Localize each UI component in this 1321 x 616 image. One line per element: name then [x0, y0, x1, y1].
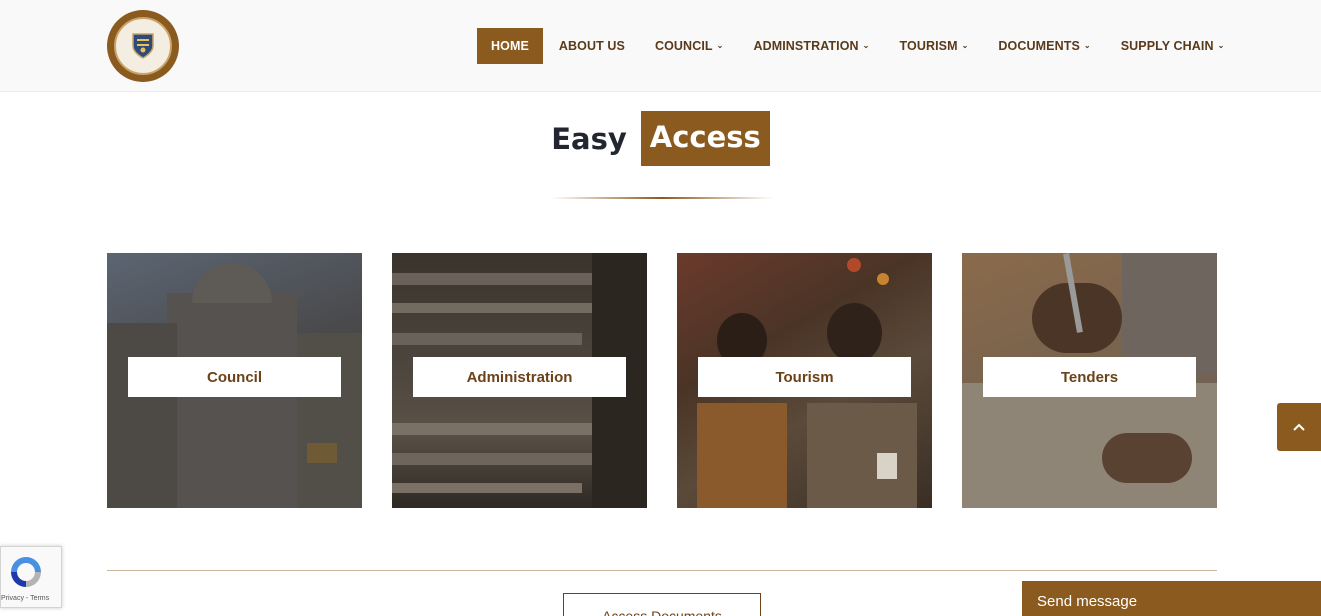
card-council[interactable]: Council: [107, 253, 362, 508]
recaptcha-icon: [11, 557, 41, 587]
section-divider: [107, 570, 1217, 571]
chevron-down-icon: ⌄: [1083, 40, 1091, 50]
nav-about-us[interactable]: ABOUT US: [544, 28, 640, 64]
chevron-down-icon: ⌄: [716, 40, 724, 50]
recaptcha-privacy-link[interactable]: Privacy: [1, 595, 24, 602]
municipality-logo[interactable]: [107, 10, 179, 82]
nav-adminstration-label: ADMINSTRATION: [753, 39, 859, 53]
recaptcha-badge[interactable]: Privacy - Terms: [0, 546, 62, 608]
chevron-down-icon: ⌄: [1217, 40, 1225, 50]
nav-home[interactable]: HOME: [477, 28, 543, 64]
heading-underline: [551, 197, 773, 199]
nav-tourism-label: TOURISM: [899, 39, 958, 53]
back-to-top-button[interactable]: [1277, 403, 1321, 451]
heading-highlight: Access: [640, 111, 770, 166]
nav-documents-label: DOCUMENTS: [998, 39, 1080, 53]
card-tourism[interactable]: Tourism: [677, 253, 932, 508]
card-tourism-label: Tourism: [698, 357, 911, 397]
site-header: HOME ABOUT US COUNCIL ⌄ ADMINSTRATION ⌄ TO…: [0, 0, 1321, 92]
logo-seal: [114, 17, 172, 75]
nav-about-us-label: ABOUT US: [558, 39, 625, 53]
heading-plain: Easy: [551, 121, 627, 156]
crest-icon: [132, 33, 154, 59]
main-nav: HOME ABOUT US COUNCIL ⌄ ADMINSTRATION ⌄ TO…: [477, 28, 1239, 64]
nav-council-label: COUNCIL: [654, 39, 713, 53]
nav-adminstration[interactable]: ADMINSTRATION ⌄: [738, 28, 884, 64]
nav-supply-chain-label: SUPPLY CHAIN: [1120, 39, 1214, 53]
nav-documents[interactable]: DOCUMENTS ⌄: [983, 28, 1105, 64]
chevron-down-icon: ⌄: [862, 40, 870, 50]
card-tenders-label: Tenders: [983, 357, 1196, 397]
card-tenders[interactable]: Tenders: [962, 253, 1217, 508]
chevron-down-icon: ⌄: [961, 40, 969, 50]
nav-home-label: HOME: [491, 39, 529, 53]
recaptcha-terms-link[interactable]: Terms: [30, 595, 49, 602]
chevron-up-icon: [1293, 423, 1305, 431]
card-council-label: Council: [128, 357, 341, 397]
nav-tourism[interactable]: TOURISM ⌄: [884, 28, 983, 64]
nav-supply-chain[interactable]: SUPPLY CHAIN ⌄: [1106, 28, 1240, 64]
access-documents-button[interactable]: Access Documents: [563, 593, 761, 616]
send-message-button[interactable]: Send message: [1022, 581, 1321, 616]
nav-council[interactable]: COUNCIL ⌄: [640, 28, 738, 64]
section-heading: Easy Access: [0, 111, 1321, 166]
card-administration[interactable]: Administration: [392, 253, 647, 508]
card-administration-label: Administration: [413, 357, 626, 397]
recaptcha-links: Privacy - Terms: [1, 595, 63, 602]
